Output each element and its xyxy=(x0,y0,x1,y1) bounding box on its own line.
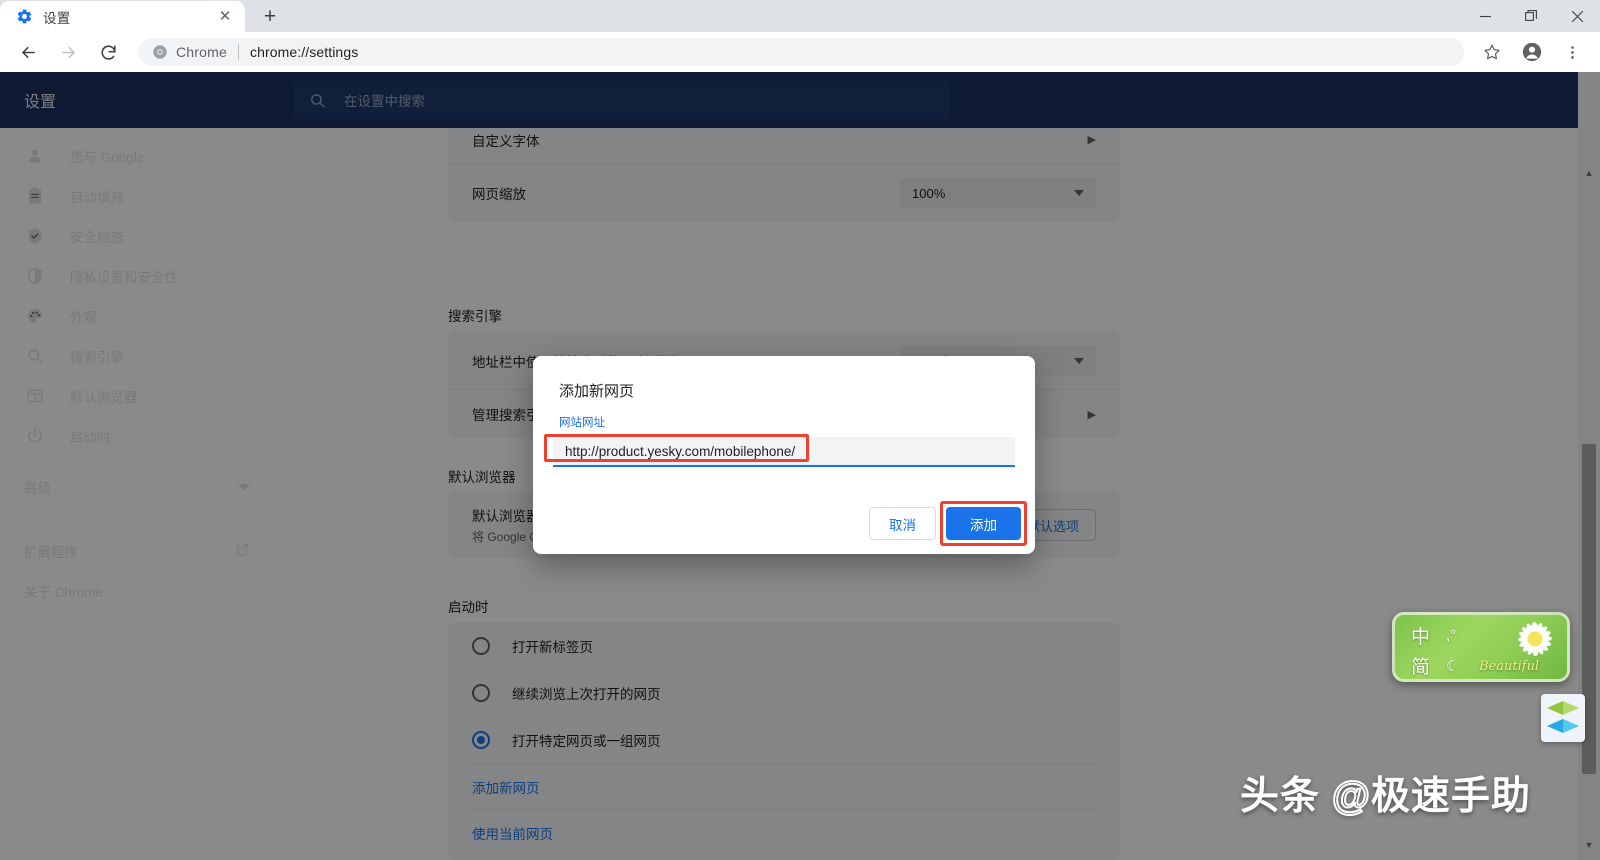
omnibox-divider xyxy=(238,44,239,60)
add-button[interactable]: 添加 xyxy=(946,507,1021,540)
dialog-actions: 取消 添加 xyxy=(869,501,1027,546)
settings-page: 设置 在设置中搜索 您与 Google 自动填充 安全检查 隐私设置和安全性 外… xyxy=(0,72,1600,860)
browser-window: 设置 ✕ + Chrome chrome://settings 设置 在设置中搜… xyxy=(0,0,1600,860)
ime-language-mode-row[interactable]: 中 ,° xyxy=(1411,622,1456,649)
forward-icon[interactable] xyxy=(52,36,84,68)
add-button-wrap: 添加 xyxy=(940,501,1027,546)
ime-arrows-icon xyxy=(1547,701,1579,733)
ime-skin-label: Beautiful xyxy=(1479,659,1540,674)
ime-floating-toolbar[interactable]: 中 ,° 简 ☾ Beautiful xyxy=(1392,612,1570,682)
chrome-logo-icon xyxy=(153,45,167,59)
close-tab-icon[interactable]: ✕ xyxy=(215,7,235,27)
window-controls xyxy=(1462,0,1600,32)
minimize-button[interactable] xyxy=(1462,0,1508,32)
gear-icon xyxy=(16,8,33,25)
dialog-input-wrap xyxy=(544,434,1015,467)
tab-title: 设置 xyxy=(43,10,71,26)
browser-tab-settings[interactable]: 设置 ✕ xyxy=(0,1,245,32)
watermark-at-symbol: @ xyxy=(1331,774,1371,819)
watermark-prefix: 头条 xyxy=(1240,775,1332,818)
address-bar[interactable]: Chrome chrome://settings xyxy=(138,38,1464,66)
reload-icon[interactable] xyxy=(92,36,124,68)
dialog-title: 添加新网页 xyxy=(559,383,635,400)
ime-simplified-mode[interactable]: 简 xyxy=(1411,652,1430,679)
ime-side-panel-button[interactable] xyxy=(1541,694,1585,742)
tab-strip: 设置 ✕ + xyxy=(0,0,1600,32)
ime-punctuation-mode[interactable]: ,° xyxy=(1446,627,1456,644)
dialog-field-label: 网站网址 xyxy=(559,417,605,429)
omnibox-url: chrome://settings xyxy=(250,44,359,60)
browser-toolbar: Chrome chrome://settings xyxy=(0,32,1600,72)
site-url-input[interactable] xyxy=(553,437,1015,467)
scroll-up-arrow-icon[interactable]: ▲ xyxy=(1578,164,1600,182)
site-chip: Chrome xyxy=(152,44,227,60)
ime-moon-icon[interactable]: ☾ xyxy=(1446,657,1459,675)
maximize-restore-button[interactable] xyxy=(1508,0,1554,32)
browser-menu-icon[interactable] xyxy=(1556,36,1588,68)
cancel-button[interactable]: 取消 xyxy=(869,507,936,540)
ime-script-mode-row[interactable]: 简 ☾ xyxy=(1411,652,1459,679)
bookmark-star-icon[interactable] xyxy=(1476,36,1508,68)
scroll-down-arrow-icon[interactable]: ▼ xyxy=(1578,836,1600,854)
back-icon[interactable] xyxy=(12,36,44,68)
account-circle-icon[interactable] xyxy=(1516,36,1548,68)
watermark-suffix: 极速手助 xyxy=(1370,775,1531,818)
close-window-button[interactable] xyxy=(1554,0,1600,32)
add-new-page-dialog: 添加新网页 网站网址 取消 添加 xyxy=(533,356,1035,554)
new-tab-button[interactable]: + xyxy=(255,1,285,31)
site-chip-label: Chrome xyxy=(176,44,227,60)
ime-chinese-mode[interactable]: 中 xyxy=(1411,622,1430,649)
watermark: 头条 @极速手助 xyxy=(1240,765,1531,821)
